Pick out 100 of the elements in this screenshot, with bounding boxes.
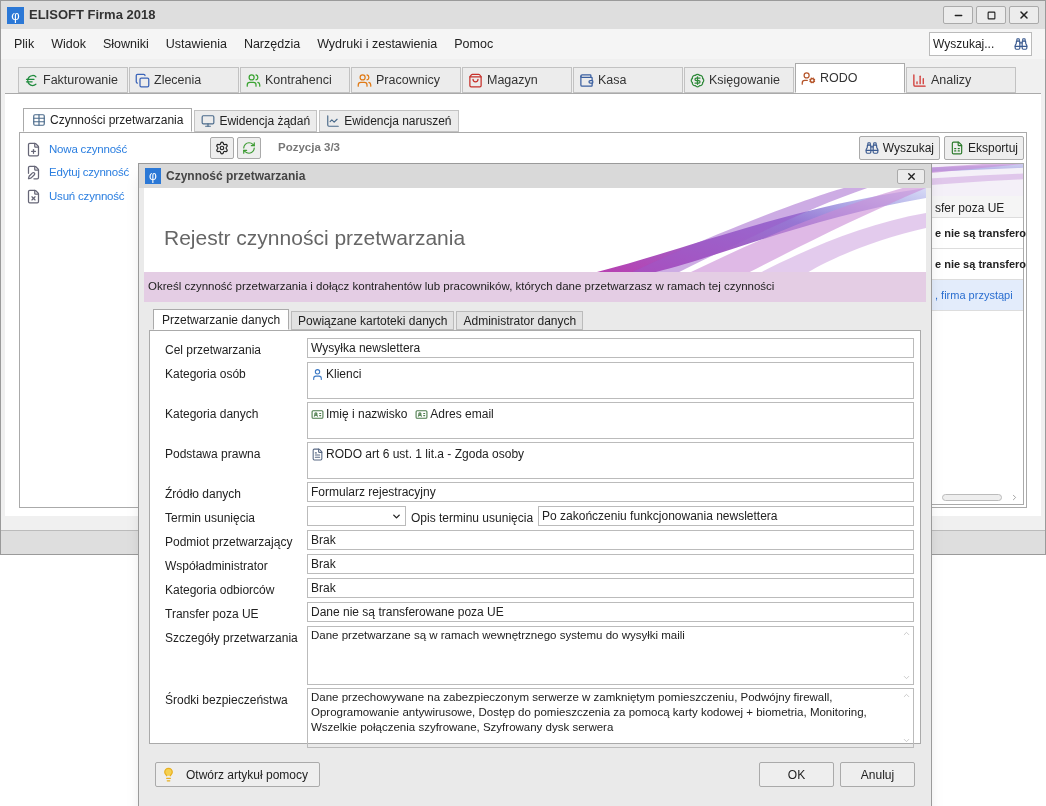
text-field[interactable]: Po zakończeniu funkcjonowania newslettera: [538, 506, 914, 526]
document-icon: [311, 447, 324, 461]
person-icon: [311, 367, 324, 381]
module-tab[interactable]: Analizy: [906, 67, 1016, 93]
people-icon: [357, 72, 372, 88]
monitor-icon: [201, 114, 216, 128]
scroll-down-icon[interactable]: [901, 673, 911, 682]
field-label: Źródło danych: [164, 485, 243, 503]
refresh-icon: [242, 141, 256, 155]
dialog-tab[interactable]: Administrator danych: [456, 311, 584, 330]
help-button[interactable]: Otwórz artykuł pomocy: [155, 762, 320, 787]
search-field[interactable]: Wyszukaj...: [929, 32, 1032, 56]
text-field[interactable]: Formularz rejestracyjny: [307, 482, 914, 502]
text-field[interactable]: Brak: [307, 578, 914, 598]
menu-item[interactable]: Widok: [51, 34, 86, 54]
field-label: Środki bezpieczeństwa: [164, 691, 289, 709]
action-link[interactable]: Usuń czynność: [49, 187, 125, 205]
field-label: Opis terminu usunięcia: [410, 510, 535, 527]
field-label: Współadministrator: [164, 558, 269, 575]
sub-tab[interactable]: Ewidencja żądań: [194, 110, 318, 132]
field-label: Termin usunięcia: [164, 510, 257, 527]
search-icon: [1014, 37, 1028, 51]
tag-text: Adres email: [430, 406, 494, 423]
table-icon: [32, 113, 46, 127]
menu-item[interactable]: Słowniki: [102, 34, 149, 54]
column-header: sfer poza UE: [935, 200, 1006, 217]
person-gear-icon: [801, 70, 816, 86]
tag-text: Klienci: [326, 366, 362, 383]
module-tab[interactable]: Magazyn: [462, 67, 572, 93]
tag-field[interactable]: Imię i nazwisko Adres email: [307, 402, 914, 439]
module-tab[interactable]: Zlecenia: [129, 67, 239, 93]
maximize-icon: [986, 10, 996, 20]
info-banner: Określ czynność przetwarzania i dołącz kontrahentów lub pracowników, których dane przetwarzasz w ramach tej czynności: [144, 272, 926, 302]
tag-text: RODO art 6 ust. 1 lit.a - Zgoda osoby: [326, 446, 525, 463]
scrollbar[interactable]: [942, 493, 1002, 501]
text-field[interactable]: Dane nie są transferowane poza UE: [307, 602, 914, 622]
field-label: Podmiot przetwarzający: [164, 534, 294, 551]
tag-text: Imię i nazwisko: [326, 406, 408, 423]
dollar-icon: [690, 72, 705, 88]
close-icon: [905, 170, 917, 182]
scroll-right-icon[interactable]: [1010, 492, 1019, 502]
spreadsheet-icon: [949, 141, 964, 155]
close-button[interactable]: [897, 168, 925, 184]
module-tab[interactable]: Kasa: [573, 67, 683, 93]
menu-item[interactable]: Plik: [14, 34, 35, 54]
euro-icon: [24, 72, 39, 88]
scroll-up-icon[interactable]: [901, 629, 911, 638]
id-card-icon: [415, 407, 429, 421]
module-tab[interactable]: RODO: [795, 63, 905, 93]
text-field[interactable]: Brak: [307, 530, 914, 550]
search-button[interactable]: Wyszukaj: [858, 136, 940, 160]
sub-tab[interactable]: Ewidencja naruszeń: [319, 110, 459, 132]
menu-item[interactable]: Wydruki i zestawienia: [317, 34, 438, 54]
module-tab[interactable]: Kontrahenci: [240, 67, 350, 93]
close-icon: [1018, 9, 1030, 21]
action-link[interactable]: Edytuj czynność: [49, 164, 130, 182]
text-field[interactable]: Brak: [307, 554, 914, 574]
dialog-logo: φ: [145, 168, 161, 184]
field-label: Kategoria osób: [164, 366, 247, 383]
ok-button[interactable]: OK: [759, 762, 834, 787]
dropdown[interactable]: [307, 506, 406, 526]
export-button[interactable]: Eksportuj: [943, 136, 1024, 160]
tag-field[interactable]: RODO art 6 ust. 1 lit.a - Zgoda osoby: [307, 442, 914, 479]
field-label: Podstawa prawna: [164, 446, 262, 463]
dialog-title: Czynność przetwarzania: [166, 168, 306, 185]
dialog-tab[interactable]: Przetwarzanie danych: [153, 309, 290, 330]
menu-item[interactable]: Pomoc: [454, 34, 494, 54]
new-file-icon: [26, 142, 41, 158]
field-label: Cel przetwarzania: [164, 342, 263, 359]
lightbulb-icon: [161, 767, 176, 782]
module-tab[interactable]: Fakturowanie: [18, 67, 128, 93]
scroll-down-icon[interactable]: [901, 736, 911, 745]
memo-field[interactable]: Dane przechowywane na zabezpieczonym serwerze w zamkniętym pomieszczeniu, Podwójny firewall, Oprogramowanie antywirusowe, Dostęp do pomieszczenia za pomocą karty kodowej + biometria, Monitoring, Wszelkie połączenia szyfrowane, Szyfrowany dysk serwera: [307, 688, 914, 748]
app-logo: φ: [7, 6, 24, 24]
people-icon: [246, 72, 261, 88]
menu-item[interactable]: Ustawienia: [165, 34, 227, 54]
memo-field[interactable]: Dane przetwarzane są w ramach wewnętrznego systemu do wysyłki maili: [307, 626, 914, 685]
settings-button[interactable]: [210, 137, 234, 159]
menu-item[interactable]: Narzędzia: [243, 34, 301, 54]
binoculars-icon: [864, 141, 879, 155]
documents-icon: [135, 72, 150, 88]
position-label: Pozycja 3/3: [278, 140, 340, 156]
edit-file-icon: [26, 165, 41, 181]
text-field[interactable]: Wysyłka newslettera: [307, 338, 914, 358]
close-button[interactable]: [1009, 6, 1039, 24]
module-tab[interactable]: Pracownicy: [351, 67, 461, 93]
maximize-button[interactable]: [976, 6, 1006, 24]
module-tab[interactable]: Księgowanie: [684, 67, 794, 93]
dialog-tab[interactable]: Powiązane kartoteki danych: [291, 311, 455, 330]
id-card-icon: [311, 407, 324, 421]
window-title: ELISOFT Firma 2018: [29, 6, 156, 25]
wallet-icon: [579, 72, 594, 88]
field-label: Szczegóły przetwarzania: [164, 630, 299, 647]
cancel-button[interactable]: Anuluj: [840, 762, 915, 787]
scroll-up-icon[interactable]: [901, 691, 911, 700]
dialog-heading: Rejestr czynności przetwarzania: [163, 225, 466, 251]
sub-tab[interactable]: Czynności przetwarzania: [23, 108, 193, 132]
tag-field[interactable]: Klienci: [307, 362, 914, 399]
bag-icon: [468, 72, 483, 88]
action-link[interactable]: Nowa czynność: [49, 141, 127, 159]
